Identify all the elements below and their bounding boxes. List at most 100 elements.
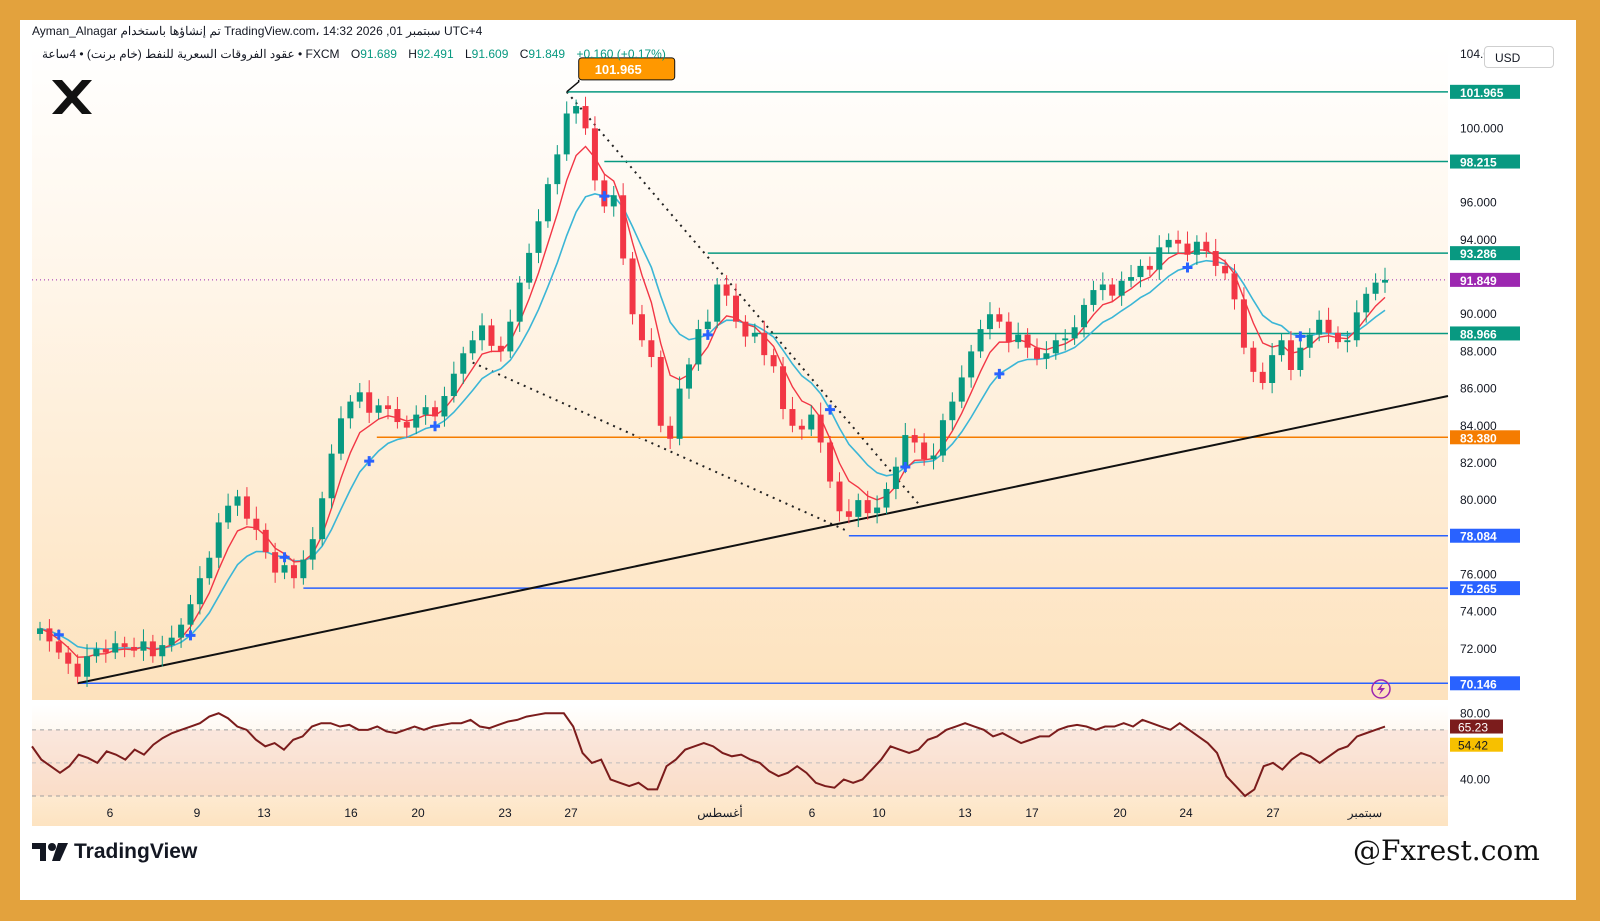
candle-body — [243, 496, 250, 519]
level-label: 98.215 — [1460, 156, 1497, 170]
symbol-name[interactable]: عقود الفروقات السعرية للنفط (خام برنت) •… — [42, 47, 340, 61]
ohlc-line: عقود الفروقات السعرية للنفط (خام برنت) •… — [42, 47, 666, 61]
candle-body — [789, 409, 796, 426]
candle-body — [497, 345, 504, 352]
candle-body — [554, 154, 561, 185]
currency-button[interactable]: USD — [1484, 46, 1554, 68]
low-label: L — [464, 47, 472, 61]
high-label: H — [408, 47, 417, 61]
candle-body — [460, 353, 467, 374]
candle-body — [864, 500, 871, 514]
candle-body — [667, 425, 674, 439]
candle-body — [469, 340, 476, 354]
candle-body — [1334, 332, 1341, 343]
time-axis-tick: 16 — [344, 806, 358, 820]
candle-body — [798, 425, 805, 430]
level-label: 88.966 — [1460, 327, 1497, 341]
candle-body — [827, 442, 834, 482]
candle-body — [573, 106, 580, 114]
level-label: 75.265 — [1460, 582, 1497, 596]
candle-body — [676, 388, 683, 439]
candle-body — [836, 481, 843, 512]
candle-body — [1128, 277, 1135, 281]
candle-body — [479, 325, 486, 341]
candle-body — [347, 401, 354, 419]
price-axis-tick: 88.000 — [1460, 344, 1497, 358]
candle-body — [685, 364, 692, 389]
candle-body — [413, 414, 420, 428]
candle-body — [403, 422, 410, 428]
candle-body — [610, 195, 617, 207]
candle-body — [1250, 347, 1257, 372]
candle-body — [1363, 293, 1370, 313]
candle-body — [215, 522, 222, 558]
candle-body — [526, 252, 533, 283]
candle-body — [733, 295, 740, 322]
time-axis-tick: 13 — [257, 806, 271, 820]
time-axis-tick: 24 — [1179, 806, 1193, 820]
time-axis-tick: 23 — [498, 806, 512, 820]
candle-body — [949, 401, 956, 421]
candle-body — [441, 396, 448, 417]
candle-body — [1090, 290, 1097, 305]
watermark: @Fxrest.com — [1353, 834, 1540, 867]
candle-body — [770, 355, 777, 367]
candle-body — [1382, 279, 1388, 283]
level-label: 78.084 — [1460, 530, 1497, 544]
candle-body — [450, 373, 457, 397]
candle-body — [1081, 304, 1088, 328]
time-axis-tick: 20 — [1113, 806, 1127, 820]
candle-body — [1175, 239, 1182, 244]
candle-body — [1062, 338, 1069, 341]
candle-body — [432, 407, 439, 417]
candle-body — [1109, 284, 1116, 296]
candle-body — [930, 455, 937, 460]
candle-body — [657, 356, 664, 426]
candle-body — [375, 405, 382, 413]
level-label: 101.965 — [1460, 86, 1504, 100]
price-axis-tick: 74.000 — [1460, 605, 1497, 619]
candle-body — [385, 405, 392, 410]
candle-body — [742, 321, 749, 337]
rsi-value-a: 65.23 — [1458, 721, 1488, 735]
candle-body — [1005, 321, 1012, 343]
tradingview-wordmark: TradingView — [74, 840, 198, 863]
candle-body — [1353, 312, 1360, 341]
candle-body — [93, 648, 100, 657]
candle-body — [1071, 327, 1078, 339]
candle-body — [1024, 334, 1031, 348]
candle-body — [1325, 319, 1332, 333]
candle-body — [958, 377, 965, 402]
candle-body — [1165, 239, 1172, 248]
candle-body — [629, 258, 636, 315]
candle-body — [855, 500, 862, 517]
candle-body — [977, 329, 984, 352]
candle-body — [131, 646, 138, 651]
candle-body — [902, 435, 909, 467]
candle-body — [112, 643, 119, 653]
candle-body — [168, 637, 175, 646]
time-axis-tick: 6 — [107, 806, 114, 820]
candle-body — [1099, 284, 1106, 291]
price-axis-tick: 80.000 — [1460, 493, 1497, 507]
time-axis-tick: سبتمبر — [1347, 806, 1382, 820]
candle-body — [65, 652, 72, 664]
candle-body — [845, 511, 852, 517]
price-axis-tick: 100.000 — [1460, 121, 1504, 135]
candle-body — [225, 505, 232, 523]
candle-body — [366, 392, 373, 413]
candle-body — [187, 604, 194, 625]
time-axis-tick: 9 — [194, 806, 201, 820]
level-label: 83.380 — [1460, 431, 1497, 445]
candle-body — [1043, 353, 1050, 359]
tradingview-logo[interactable]: TradingView — [32, 840, 197, 864]
level-label: 70.146 — [1460, 677, 1497, 691]
candle-body — [1146, 265, 1153, 270]
candle-body — [911, 435, 918, 443]
candle-body — [300, 559, 307, 579]
candle-body — [535, 221, 542, 253]
candle-body — [638, 314, 645, 341]
candle-body — [1137, 265, 1144, 278]
candle-body — [422, 407, 429, 415]
price-chart[interactable]: 104.000100.00096.00094.00090.00088.00086… — [0, 0, 1600, 921]
